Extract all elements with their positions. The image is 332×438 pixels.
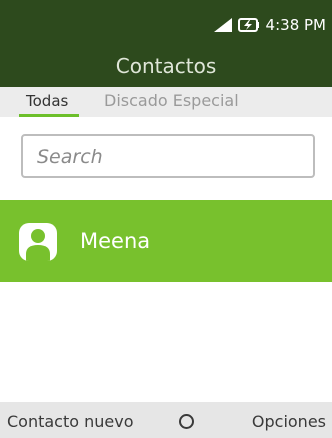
active-tab-indicator [19, 114, 79, 117]
signal-icon [213, 18, 232, 32]
header: 4:38 PM Contactos [0, 0, 332, 87]
battery-charging-icon [237, 18, 259, 32]
search-placeholder: Search [37, 146, 103, 168]
contact-list-item[interactable]: Meena [0, 200, 332, 282]
options-softkey[interactable]: Opciones [252, 412, 326, 431]
person-icon [19, 223, 57, 261]
center-select-icon[interactable] [179, 414, 194, 429]
status-time: 4:38 PM [265, 16, 326, 34]
status-bar: 4:38 PM [213, 15, 326, 35]
new-contact-softkey[interactable]: Contacto nuevo [7, 412, 134, 431]
softkey-bar: Contacto nuevo Opciones [0, 402, 332, 438]
tab-discado-especial[interactable]: Discado Especial [104, 92, 239, 110]
tab-bar: Todas Discado Especial [0, 87, 332, 117]
contact-name: Meena [80, 229, 151, 253]
tab-todas[interactable]: Todas [26, 92, 68, 110]
search-input[interactable]: Search [21, 134, 315, 178]
page-title: Contactos [115, 54, 217, 78]
